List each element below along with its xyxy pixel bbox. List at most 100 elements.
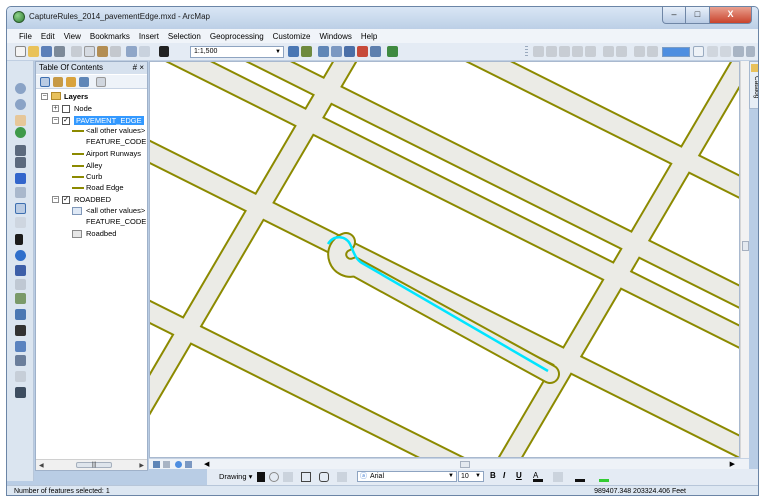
italic-button[interactable]: I xyxy=(503,471,505,480)
class-alley[interactable]: Alley xyxy=(86,160,102,171)
zoom-in-icon[interactable] xyxy=(15,83,26,94)
clear-selection-icon[interactable] xyxy=(15,217,26,228)
maximize-button[interactable]: □ xyxy=(686,7,710,24)
toc-horizontal-scrollbar[interactable]: ◀ ||| ▶ xyxy=(36,459,147,470)
callout-tool-icon[interactable] xyxy=(319,472,329,482)
layers-root[interactable]: Layers xyxy=(64,91,88,102)
layout-view-icon[interactable] xyxy=(163,461,170,468)
paste-icon[interactable] xyxy=(97,46,108,57)
python-window-icon[interactable] xyxy=(357,46,368,57)
snap-point-icon[interactable] xyxy=(585,46,596,57)
snap-icon[interactable] xyxy=(533,46,544,57)
menu-selection[interactable]: Selection xyxy=(168,32,201,41)
toolbar-grip[interactable] xyxy=(525,46,528,58)
find-icon[interactable] xyxy=(15,309,26,320)
layout-zoom-icon[interactable] xyxy=(616,46,627,57)
layout-page-icon[interactable] xyxy=(647,46,658,57)
add-data-icon[interactable] xyxy=(159,46,169,57)
identify-icon[interactable] xyxy=(15,250,26,261)
rectangle-tool-icon[interactable] xyxy=(301,472,311,482)
marker-color-icon[interactable] xyxy=(599,472,609,482)
menu-file[interactable]: File xyxy=(19,32,32,41)
find-route-icon[interactable] xyxy=(15,341,26,352)
roadbed-other-values[interactable]: <all other values> xyxy=(86,205,145,216)
edit-vertices-icon[interactable] xyxy=(337,472,347,482)
go-to-xy-icon[interactable] xyxy=(15,355,26,366)
model-builder-icon[interactable] xyxy=(370,46,381,57)
toc-pin-close[interactable]: # × xyxy=(133,62,144,74)
save-icon[interactable] xyxy=(41,46,52,57)
list-by-drawing-order-icon[interactable] xyxy=(40,77,50,87)
fill-color-icon[interactable] xyxy=(553,472,563,482)
time-slider-icon[interactable] xyxy=(15,371,26,382)
catalog-window-icon[interactable] xyxy=(318,46,329,57)
pan-hand-icon[interactable] xyxy=(15,115,26,126)
zoom-whole-page-icon[interactable] xyxy=(720,46,731,57)
node-visibility-checkbox[interactable] xyxy=(62,105,70,113)
menu-help[interactable]: Help xyxy=(361,32,377,41)
map-hscroll-thumb[interactable] xyxy=(460,461,470,468)
menu-edit[interactable]: Edit xyxy=(41,32,55,41)
title-bar[interactable]: CaptureRules_2014_pavementEdge.mxd - Arc… xyxy=(7,7,758,29)
map-scroll-left-icon[interactable]: ◀ xyxy=(204,460,209,468)
toc-window-icon[interactable] xyxy=(301,46,312,57)
html-popup-icon[interactable] xyxy=(15,265,26,276)
zoom-out-icon[interactable] xyxy=(15,99,26,110)
toolbar-overflow-icon[interactable] xyxy=(746,46,755,57)
search-window-icon[interactable] xyxy=(331,46,342,57)
scroll-left-icon[interactable]: ◀ xyxy=(39,462,44,469)
list-by-selection-icon[interactable] xyxy=(79,77,89,87)
map-vscroll-thumb[interactable] xyxy=(742,241,749,251)
list-by-visibility-icon[interactable] xyxy=(66,77,76,87)
hyperlink-icon[interactable] xyxy=(15,279,26,290)
drawing-menu[interactable]: Drawing ▾ xyxy=(219,472,252,481)
layer-node[interactable]: Node xyxy=(74,103,92,114)
font-name-dropdown[interactable]: ⓐ Arial ▼ xyxy=(357,471,457,482)
catalog-tab[interactable]: Catalog xyxy=(749,61,758,109)
menu-bookmarks[interactable]: Bookmarks xyxy=(90,32,130,41)
new-document-icon[interactable] xyxy=(15,46,26,57)
map-display[interactable] xyxy=(149,61,740,458)
class-airport-runways[interactable]: Airport Runways xyxy=(86,148,141,159)
map-scale-dropdown[interactable]: 1:1,500 ▼ xyxy=(190,46,284,58)
binoculars-icon[interactable] xyxy=(15,325,26,336)
menu-customize[interactable]: Customize xyxy=(273,32,311,41)
menu-geoprocessing[interactable]: Geoprocessing xyxy=(210,32,264,41)
editor-toolbar-icon[interactable] xyxy=(288,46,299,57)
minimize-button[interactable]: – xyxy=(662,7,686,24)
layout-dropdown[interactable] xyxy=(693,46,704,57)
editor-icon[interactable] xyxy=(387,46,398,57)
map-canvas[interactable] xyxy=(150,62,740,458)
font-size-dropdown[interactable]: 10 ▼ xyxy=(458,471,484,482)
data-view-icon[interactable] xyxy=(153,461,160,468)
collapse-layers-icon[interactable]: − xyxy=(41,93,48,100)
cut-icon[interactable] xyxy=(71,46,82,57)
toc-options-icon[interactable] xyxy=(96,77,106,87)
pavement-edge-other-values[interactable]: <all other values> xyxy=(86,125,145,136)
refresh-view-icon[interactable] xyxy=(175,461,182,468)
select-elements-icon[interactable] xyxy=(257,472,265,482)
pavement-edge-visibility-checkbox[interactable]: ✓ xyxy=(62,117,70,125)
class-road-edge[interactable]: Road Edge xyxy=(86,182,124,193)
scroll-right-icon[interactable]: ▶ xyxy=(139,462,144,469)
fixed-zoom-out-icon[interactable] xyxy=(15,157,26,168)
color-swatch[interactable] xyxy=(662,47,690,57)
open-folder-icon[interactable] xyxy=(28,46,39,57)
roadbed-visibility-checkbox[interactable]: ✓ xyxy=(62,196,70,204)
snap-edge-icon[interactable] xyxy=(559,46,570,57)
toc-header[interactable]: Table Of Contents # × xyxy=(36,62,147,74)
pause-drawing-icon[interactable] xyxy=(185,461,192,468)
layout-pan-icon[interactable] xyxy=(634,46,645,57)
undo-icon[interactable] xyxy=(126,46,137,57)
create-viewer-icon[interactable] xyxy=(15,387,26,398)
class-roadbed[interactable]: Roadbed xyxy=(86,228,116,239)
delete-icon[interactable] xyxy=(110,46,121,57)
line-color-icon[interactable] xyxy=(575,472,585,482)
page-icon[interactable] xyxy=(707,46,718,57)
layout-tool-icon[interactable] xyxy=(603,46,614,57)
collapse-roadbed-icon[interactable]: − xyxy=(52,196,59,203)
back-extent-icon[interactable] xyxy=(15,173,26,184)
class-curb[interactable]: Curb xyxy=(86,171,102,182)
underline-button[interactable]: U xyxy=(516,471,522,480)
redo-icon[interactable] xyxy=(139,46,150,57)
